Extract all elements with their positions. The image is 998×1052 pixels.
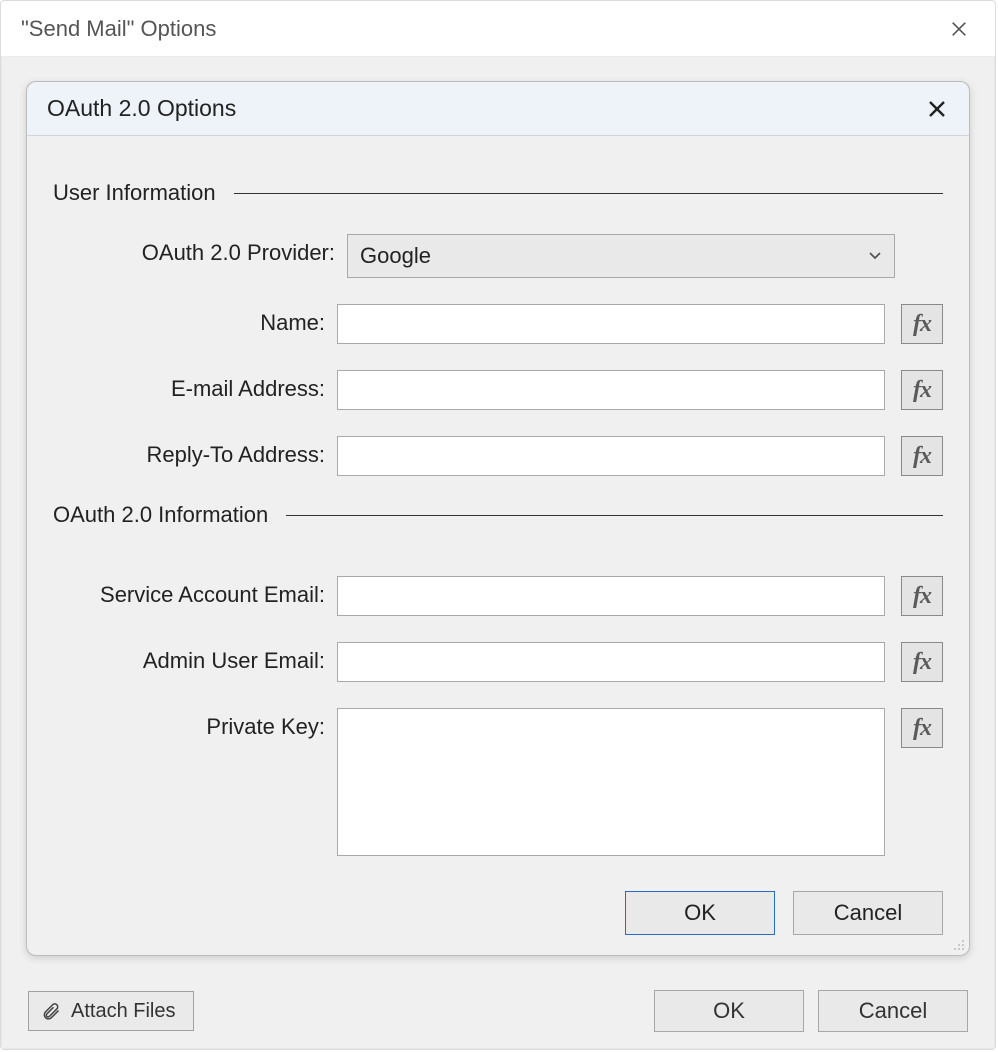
fx-button[interactable]: fx (901, 436, 943, 476)
send-mail-options-window: "Send Mail" Options OAuth 2.0 Options Us… (0, 0, 996, 1050)
admin-user-input[interactable] (337, 642, 885, 682)
row-private-key: Private Key: fx (53, 708, 943, 856)
row-name: Name: fx (53, 304, 943, 344)
inner-body: User Information OAuth 2.0 Provider: Goo… (27, 136, 969, 955)
oauth-provider-select[interactable]: Google (347, 234, 895, 278)
resize-grip-icon[interactable] (949, 935, 965, 951)
row-oauth-provider: OAuth 2.0 Provider: Google (53, 234, 943, 278)
oauth-provider-selected: Google (360, 243, 868, 269)
fx-button[interactable]: fx (901, 708, 943, 748)
label-oauth-provider: OAuth 2.0 Provider: (53, 234, 347, 266)
row-email: E-mail Address: fx (53, 370, 943, 410)
fx-button[interactable]: fx (901, 304, 943, 344)
row-admin-user: Admin User Email: fx (53, 642, 943, 682)
close-icon[interactable] (919, 91, 955, 127)
close-icon[interactable] (939, 9, 979, 49)
label-reply-to: Reply-To Address: (53, 436, 337, 468)
outer-body: OAuth 2.0 Options User Information OAuth… (1, 57, 995, 1049)
outer-footer: Attach Files OK Cancel (28, 990, 968, 1032)
fx-icon: fx (913, 583, 931, 610)
paperclip-icon (41, 1000, 61, 1022)
fx-icon: fx (913, 377, 931, 404)
label-admin-user: Admin User Email: (53, 642, 337, 674)
inner-window-title: OAuth 2.0 Options (47, 95, 919, 122)
fx-icon: fx (913, 311, 931, 338)
email-input[interactable] (337, 370, 885, 410)
reply-to-input[interactable] (337, 436, 885, 476)
name-input[interactable] (337, 304, 885, 344)
fx-icon: fx (913, 715, 931, 742)
label-private-key: Private Key: (53, 708, 337, 740)
row-service-account: Service Account Email: fx (53, 576, 943, 616)
oauth-options-dialog: OAuth 2.0 Options User Information OAuth… (26, 81, 970, 956)
chevron-down-icon (868, 249, 882, 263)
inner-footer: OK Cancel (625, 891, 943, 935)
attach-files-button[interactable]: Attach Files (28, 991, 194, 1031)
divider (286, 515, 943, 516)
outer-titlebar: "Send Mail" Options (1, 1, 995, 57)
ok-button[interactable]: OK (654, 990, 804, 1032)
fx-button[interactable]: fx (901, 370, 943, 410)
outer-window-title: "Send Mail" Options (21, 16, 939, 42)
service-account-input[interactable] (337, 576, 885, 616)
inner-titlebar: OAuth 2.0 Options (27, 82, 969, 136)
cancel-button[interactable]: Cancel (793, 891, 943, 935)
fx-icon: fx (913, 649, 931, 676)
cancel-button[interactable]: Cancel (818, 990, 968, 1032)
section-label: User Information (53, 180, 216, 206)
private-key-input[interactable] (337, 708, 885, 856)
label-service-account: Service Account Email: (53, 576, 337, 608)
fx-button[interactable]: fx (901, 576, 943, 616)
ok-button[interactable]: OK (625, 891, 775, 935)
section-label: OAuth 2.0 Information (53, 502, 268, 528)
divider (234, 193, 943, 194)
attach-files-label: Attach Files (71, 1000, 175, 1023)
section-header-oauth-info: OAuth 2.0 Information (53, 502, 943, 528)
label-email: E-mail Address: (53, 370, 337, 402)
fx-button[interactable]: fx (901, 642, 943, 682)
section-header-user-info: User Information (53, 180, 943, 206)
row-reply-to: Reply-To Address: fx (53, 436, 943, 476)
label-name: Name: (53, 304, 337, 336)
fx-icon: fx (913, 443, 931, 470)
